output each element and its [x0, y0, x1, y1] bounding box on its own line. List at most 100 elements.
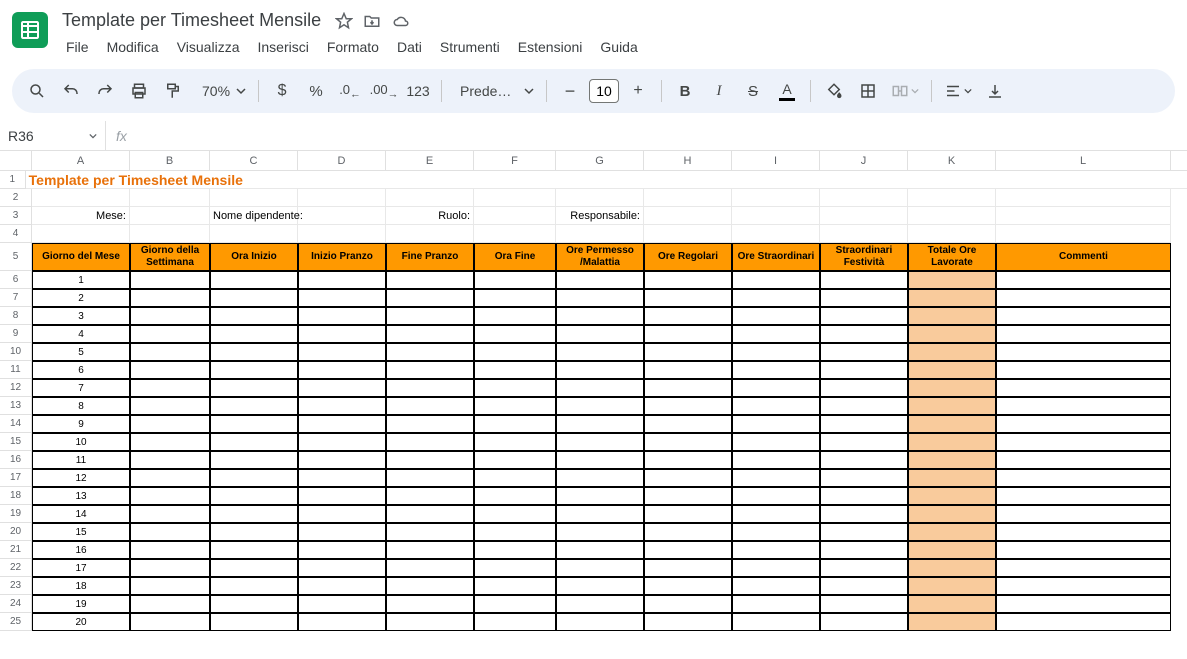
cell[interactable]	[908, 361, 996, 379]
cell[interactable]	[386, 325, 474, 343]
cell[interactable]	[474, 225, 556, 243]
cell[interactable]: Giorno del Mese	[32, 243, 130, 271]
zoom-select[interactable]: 70%	[192, 83, 250, 99]
cell[interactable]	[996, 289, 1171, 307]
col-header[interactable]: G	[556, 151, 644, 170]
cell[interactable]	[996, 207, 1171, 225]
search-icon[interactable]	[22, 76, 52, 106]
cell[interactable]	[386, 595, 474, 613]
cell[interactable]	[298, 289, 386, 307]
cell[interactable]	[908, 433, 996, 451]
cell[interactable]	[210, 559, 298, 577]
cell[interactable]	[996, 433, 1171, 451]
cell[interactable]	[298, 361, 386, 379]
cell[interactable]	[130, 189, 210, 207]
menu-file[interactable]: File	[58, 35, 97, 59]
cell[interactable]	[130, 271, 210, 289]
cell[interactable]: 6	[32, 361, 130, 379]
cell[interactable]	[732, 577, 820, 595]
cell[interactable]	[996, 559, 1171, 577]
cell[interactable]	[210, 541, 298, 559]
cell[interactable]	[732, 225, 820, 243]
cell[interactable]	[556, 451, 644, 469]
cell[interactable]	[410, 171, 481, 189]
sheets-logo[interactable]	[12, 12, 48, 48]
cell[interactable]	[298, 541, 386, 559]
cell[interactable]	[298, 577, 386, 595]
cell[interactable]	[732, 415, 820, 433]
cell[interactable]	[556, 595, 644, 613]
cell[interactable]	[820, 225, 908, 243]
cell[interactable]	[210, 307, 298, 325]
cell[interactable]	[644, 189, 732, 207]
cell[interactable]	[210, 189, 298, 207]
cell[interactable]: 17	[32, 559, 130, 577]
cell[interactable]	[556, 361, 644, 379]
cell[interactable]	[210, 595, 298, 613]
cell[interactable]: Ruolo:	[386, 207, 474, 225]
cell[interactable]	[820, 505, 908, 523]
cell[interactable]	[996, 469, 1171, 487]
menu-help[interactable]: Guida	[592, 35, 645, 59]
bold-icon[interactable]: B	[670, 76, 700, 106]
cell[interactable]	[644, 207, 732, 225]
cell[interactable]	[210, 225, 298, 243]
cell[interactable]	[210, 289, 298, 307]
cell[interactable]	[732, 379, 820, 397]
cell[interactable]	[908, 397, 996, 415]
cell[interactable]	[644, 469, 732, 487]
cell[interactable]	[130, 361, 210, 379]
cell[interactable]	[32, 225, 130, 243]
cell[interactable]	[996, 271, 1171, 289]
cell[interactable]	[820, 289, 908, 307]
cell[interactable]: Ore Regolari	[644, 243, 732, 271]
currency-icon[interactable]: $	[267, 76, 297, 106]
col-header[interactable]: D	[298, 151, 386, 170]
row-header[interactable]: 23	[0, 577, 32, 595]
cell[interactable]	[996, 361, 1171, 379]
cell[interactable]: Template per Timesheet Mensile	[26, 171, 346, 189]
col-header[interactable]: H	[644, 151, 732, 170]
cell[interactable]: 1	[32, 271, 130, 289]
cell[interactable]	[474, 189, 556, 207]
cell[interactable]: Fine Pranzo	[386, 243, 474, 271]
cell[interactable]	[732, 487, 820, 505]
col-header[interactable]: A	[32, 151, 130, 170]
row-header[interactable]: 11	[0, 361, 32, 379]
cell[interactable]: 18	[32, 577, 130, 595]
cell[interactable]	[298, 343, 386, 361]
cell[interactable]	[386, 225, 474, 243]
cell[interactable]	[904, 171, 975, 189]
cell[interactable]	[386, 577, 474, 595]
row-header[interactable]: 13	[0, 397, 32, 415]
print-icon[interactable]	[124, 76, 154, 106]
cell[interactable]	[908, 577, 996, 595]
cell[interactable]	[908, 451, 996, 469]
fill-color-icon[interactable]	[819, 76, 849, 106]
cell[interactable]	[474, 343, 556, 361]
paint-format-icon[interactable]	[158, 76, 188, 106]
cell[interactable]	[386, 559, 474, 577]
cell[interactable]	[210, 577, 298, 595]
percent-icon[interactable]: %	[301, 76, 331, 106]
vertical-align-icon[interactable]	[980, 76, 1010, 106]
cell[interactable]	[644, 343, 732, 361]
col-header[interactable]: B	[130, 151, 210, 170]
cell[interactable]	[298, 415, 386, 433]
cell[interactable]	[908, 523, 996, 541]
cell[interactable]	[386, 613, 474, 631]
cell[interactable]	[908, 595, 996, 613]
cell[interactable]	[298, 271, 386, 289]
cell[interactable]	[732, 451, 820, 469]
cell[interactable]	[210, 613, 298, 631]
cell[interactable]	[298, 397, 386, 415]
cell[interactable]: Ora Inizio	[210, 243, 298, 271]
cell[interactable]	[820, 415, 908, 433]
cell[interactable]	[820, 397, 908, 415]
menu-format[interactable]: Formato	[319, 35, 387, 59]
row-header[interactable]: 14	[0, 415, 32, 433]
cell[interactable]	[210, 325, 298, 343]
menu-view[interactable]: Visualizza	[169, 35, 248, 59]
cell[interactable]: Ora Fine	[474, 243, 556, 271]
cell[interactable]	[996, 343, 1171, 361]
